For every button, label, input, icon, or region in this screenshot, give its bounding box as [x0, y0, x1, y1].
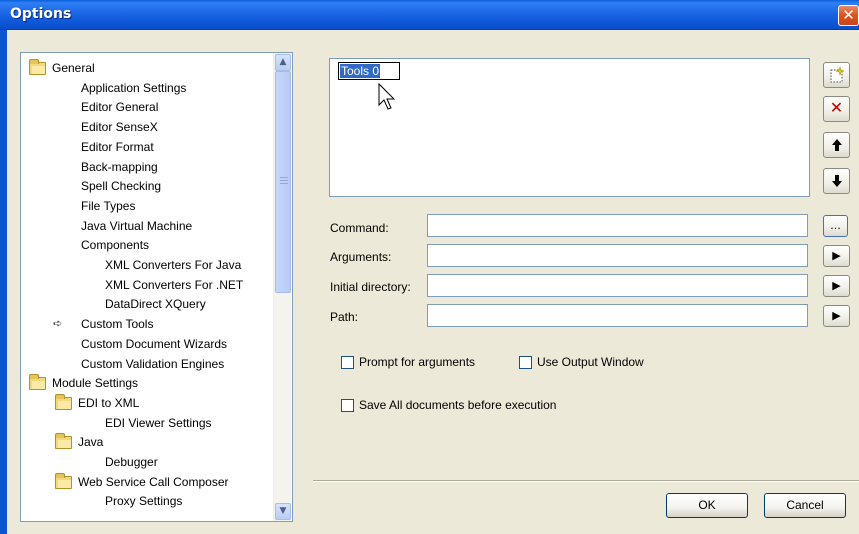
title-bar: Options ✕: [0, 0, 859, 30]
selection-arrow-icon: ➪: [53, 318, 63, 331]
window-title: Options: [10, 6, 72, 22]
tree-item-label: File Types: [81, 198, 136, 213]
window-frame-inner: [7, 30, 9, 534]
tool-name-value: Tools 0: [340, 64, 381, 78]
folder-icon: [55, 393, 72, 410]
tree-item-label: Debugger: [105, 455, 158, 469]
close-button[interactable]: ✕: [838, 5, 859, 26]
path-label: Path:: [330, 310, 359, 324]
tree-item-label: Back-mapping: [81, 159, 158, 174]
folder-icon: [29, 59, 46, 75]
new-tool-button[interactable]: [823, 62, 850, 88]
scroll-thumb[interactable]: [275, 71, 291, 293]
tree-item-label: Application Settings: [81, 80, 187, 95]
tree-item-label: XML Converters For .NET: [105, 277, 244, 292]
tree-item-label: Custom Validation Engines: [81, 356, 225, 371]
tree-item-label: Editor SenseX: [81, 120, 158, 135]
use-output-window-checkbox[interactable]: [519, 356, 532, 369]
tree-item-label: General: [52, 61, 95, 75]
use-output-window-label: Use Output Window: [537, 355, 644, 369]
initial-directory-label: Initial directory:: [330, 280, 411, 294]
footer-separator: [313, 480, 859, 482]
arguments-label: Arguments:: [330, 250, 392, 264]
initial-directory-field[interactable]: [427, 274, 808, 297]
save-all-documents-label: Save All documents before execution: [359, 398, 557, 412]
tree-item-label: Java Virtual Machine: [81, 218, 193, 233]
folder-icon: [55, 433, 72, 450]
new-item-icon: [830, 66, 845, 83]
tree-item-label: Editor Format: [81, 139, 154, 154]
path-insert-button[interactable]: ▶: [823, 305, 850, 327]
command-label: Command:: [330, 221, 389, 235]
tree-scrollbar[interactable]: ▲ ▼: [273, 53, 291, 521]
path-field[interactable]: [427, 304, 808, 327]
tree-item-label: Proxy Settings: [105, 494, 183, 509]
prompt-for-arguments-checkbox[interactable]: [341, 356, 354, 369]
tree-item-label: Custom Tools: [81, 317, 154, 332]
tools-list[interactable]: Tools 0: [329, 58, 810, 197]
folder-icon: [55, 472, 72, 489]
tree-item-label: DataDirect XQuery: [105, 297, 206, 312]
tree-item-label: EDI Viewer Settings: [105, 415, 212, 430]
tree-item-label: XML Converters For Java: [105, 258, 242, 272]
cancel-button[interactable]: Cancel: [764, 493, 846, 518]
options-tree[interactable]: General Application Settings Editor Genera…: [20, 52, 293, 522]
browse-button[interactable]: ...: [823, 215, 848, 237]
tree-item-label: Editor General: [81, 100, 159, 115]
save-all-documents-checkbox[interactable]: [341, 399, 354, 412]
scroll-up-button[interactable]: ▲: [275, 54, 291, 71]
tree-item-label: Custom Document Wizards: [81, 336, 228, 351]
tool-name-edit[interactable]: Tools 0: [338, 62, 400, 80]
prompt-for-arguments-label: Prompt for arguments: [359, 355, 476, 369]
tree-item-label: EDI to XML: [78, 395, 140, 410]
tree-item-label: Components: [81, 238, 150, 253]
command-field[interactable]: [427, 214, 808, 237]
folder-icon: [29, 374, 46, 391]
initial-directory-insert-button[interactable]: ▶: [823, 275, 850, 297]
arguments-field[interactable]: [427, 244, 808, 267]
arrow-up-icon: [831, 139, 842, 151]
scroll-down-button[interactable]: ▼: [275, 503, 291, 520]
tree-item-label: Java: [78, 435, 104, 450]
move-down-button[interactable]: [823, 168, 850, 194]
tree-item-label: Web Service Call Composer: [78, 474, 229, 489]
ok-button[interactable]: OK: [666, 493, 748, 518]
delete-tool-button[interactable]: ✕: [823, 96, 850, 122]
move-up-button[interactable]: [823, 132, 850, 158]
tree-item-label: Spell Checking: [81, 179, 162, 194]
arguments-insert-button[interactable]: ▶: [823, 245, 850, 267]
mouse-cursor-icon: [378, 83, 396, 110]
tree-item-label: Module Settings: [52, 376, 139, 391]
arrow-down-icon: [831, 175, 842, 187]
